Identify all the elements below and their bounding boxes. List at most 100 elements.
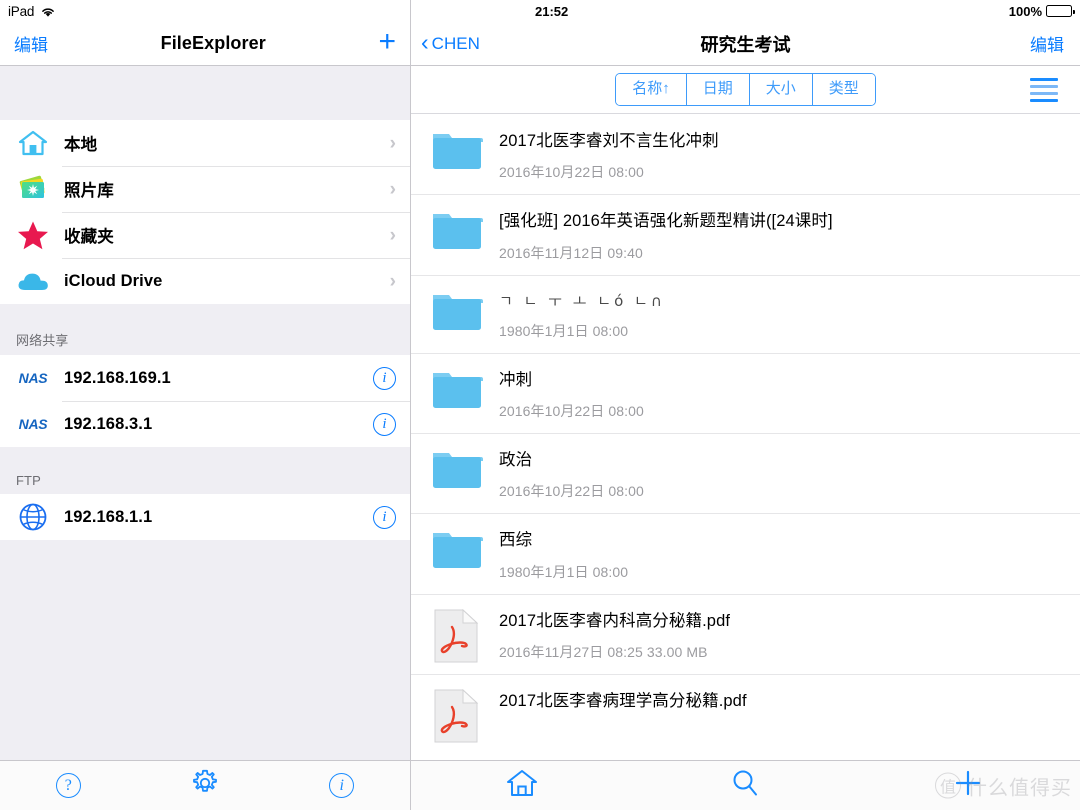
sidebar-item-icloud-drive[interactable]: iCloud Drive › — [0, 258, 410, 304]
list-item[interactable]: 2017北医李睿内科高分秘籍.pdf 2016年11月27日 08:25 33.… — [411, 593, 1080, 674]
sort-segment-name[interactable]: 名称↑ — [616, 74, 687, 105]
hamburger-menu-icon[interactable] — [1030, 77, 1058, 102]
folder-icon — [431, 289, 483, 333]
right-tab-bar: 值 什么值得买 — [411, 760, 1080, 810]
chevron-right-icon: › — [389, 224, 396, 246]
sidebar-item-nas-2[interactable]: NAS 192.168.3.1 i — [0, 401, 410, 447]
right-edit-button[interactable]: 编辑 — [1030, 31, 1064, 56]
home-button[interactable] — [411, 768, 634, 803]
folder-icon — [431, 447, 483, 491]
settings-button[interactable] — [137, 769, 274, 802]
wifi-icon — [40, 6, 56, 18]
sort-segment-date[interactable]: 日期 — [686, 74, 750, 105]
file-name: 2017北医李睿内科高分秘籍.pdf — [499, 611, 731, 630]
file-name: 2017北医李睿刘不言生化冲刺 — [499, 132, 719, 150]
file-meta: 1980年1月1日 08:00 — [499, 563, 629, 580]
star-icon — [16, 218, 50, 252]
pdf-file-icon — [431, 608, 483, 663]
right-status-bar: 21:52 100% — [411, 0, 1080, 22]
sidebar-item-ftp-1[interactable]: 192.168.1.1 i — [0, 494, 410, 540]
left-tab-bar: ? i — [0, 760, 410, 810]
sidebar-item-label: 192.168.169.1 — [64, 368, 171, 387]
list-item[interactable]: 政治 2016年10月22日 08:00 — [411, 433, 1080, 513]
section-header-network-share: 网络共享 — [0, 304, 410, 355]
file-list[interactable]: 2017北医李睿刘不言生化冲刺 2016年10月22日 08:00 [强化班] … — [411, 114, 1080, 760]
file-info: 政治 2016年10月22日 08:00 — [499, 447, 1064, 501]
about-button[interactable]: i — [273, 773, 410, 798]
home-icon — [16, 126, 50, 160]
edit-button[interactable]: 编辑 — [14, 31, 48, 56]
section-network-group: NAS 192.168.169.1 i NAS 192.168.3.1 i — [0, 355, 410, 447]
left-status-bar: iPad — [0, 0, 410, 22]
list-item[interactable]: 冲刺 2016年10月22日 08:00 — [411, 352, 1080, 433]
list-item[interactable]: ㄱ ㄴ ㅜ ㅗ ㄴó ㄴ∩ 1980年1月1日 08:00 — [411, 274, 1080, 353]
home-icon — [506, 768, 538, 803]
globe-icon — [16, 500, 50, 534]
sidebar-item-photo-library[interactable]: 照片库 › — [0, 166, 410, 212]
file-name: ㄱ ㄴ ㅜ ㅗ ㄴó ㄴ∩ — [499, 291, 665, 310]
chevron-left-icon: ‹ — [421, 29, 429, 55]
folder-title: 研究生考试 — [700, 34, 791, 55]
file-name: [强化班] 2016年英语强化新题型精讲([24课时] — [499, 212, 833, 231]
nas-icon: NAS — [18, 370, 48, 386]
file-name: 冲刺 — [499, 370, 533, 389]
sidebar-item-label: 照片库 — [64, 182, 114, 200]
file-meta: 2016年10月22日 08:00 — [499, 164, 644, 181]
sidebar-item-nas-1[interactable]: NAS 192.168.169.1 i — [0, 355, 410, 401]
clock: 21:52 — [535, 3, 569, 19]
add-button[interactable] — [857, 768, 1080, 803]
list-item[interactable]: 2017北医李睿病理学高分秘籍.pdf — [411, 673, 1080, 754]
back-button[interactable]: ‹ CHEN — [421, 29, 480, 55]
list-item[interactable]: 西综 1980年1月1日 08:00 — [411, 513, 1080, 593]
sort-segment-size[interactable]: 大小 — [749, 74, 813, 105]
sort-toolbar: 名称↑ 日期 大小 类型 — [411, 66, 1080, 114]
gear-icon — [191, 769, 219, 802]
status-left-group: iPad — [8, 4, 56, 19]
sidebar-item-favorites[interactable]: 收藏夹 › — [0, 212, 410, 258]
file-info: 西综 1980年1月1日 08:00 — [499, 527, 1064, 581]
file-info: 2017北医李睿病理学高分秘籍.pdf — [499, 688, 1064, 722]
battery-status: 100% — [1009, 4, 1075, 19]
search-button[interactable] — [634, 768, 857, 803]
file-info: 2017北医李睿刘不言生化冲刺 2016年10月22日 08:00 — [499, 128, 1064, 182]
add-icon — [953, 768, 983, 803]
info-button[interactable]: i — [373, 366, 396, 390]
photo-library-icon — [16, 172, 50, 206]
nas-icon: NAS — [18, 416, 48, 432]
battery-icon — [1046, 5, 1075, 17]
ipad-split-view: iPad 编辑 FileExplorer + 本地 › 照片库 › 收藏夹 › … — [0, 0, 1080, 810]
folder-icon — [431, 527, 483, 571]
section-local-group: 本地 › 照片库 › 收藏夹 › iCloud Drive › — [0, 120, 410, 304]
list-item[interactable]: [强化班] 2016年英语强化新题型精讲([24课时] 2016年11月12日 … — [411, 194, 1080, 274]
file-name: 西综 — [499, 531, 533, 550]
pdf-file-icon — [431, 688, 483, 743]
sort-segmented-control[interactable]: 名称↑ 日期 大小 类型 — [615, 73, 876, 106]
help-button[interactable]: ? — [0, 773, 137, 798]
folder-icon — [431, 367, 483, 411]
sort-segment-type[interactable]: 类型 — [812, 74, 875, 105]
add-connection-button[interactable]: + — [378, 26, 396, 57]
sidebar-pane: iPad 编辑 FileExplorer + 本地 › 照片库 › 收藏夹 › … — [0, 0, 411, 810]
sidebar-item-label: 收藏夹 — [64, 228, 114, 246]
info-icon: i — [329, 773, 355, 798]
info-button[interactable]: i — [373, 505, 396, 529]
section-header-ftp: FTP — [0, 447, 410, 494]
back-button-label: CHEN — [431, 33, 480, 53]
file-name: 2017北医李睿病理学高分秘籍.pdf — [499, 691, 747, 710]
left-navbar: 编辑 FileExplorer + — [0, 22, 410, 66]
file-info: ㄱ ㄴ ㅜ ㅗ ㄴó ㄴ∩ 1980年1月1日 08:00 — [499, 289, 1064, 341]
section-header-blank — [0, 66, 410, 120]
sidebar-item-local[interactable]: 本地 › — [0, 120, 410, 166]
file-meta: 1980年1月1日 08:00 — [499, 322, 629, 339]
file-name: 政治 — [499, 451, 533, 470]
list-item[interactable]: 2017北医李睿刘不言生化冲刺 2016年10月22日 08:00 — [411, 114, 1080, 194]
info-button[interactable]: i — [373, 412, 396, 436]
sidebar-list[interactable]: 本地 › 照片库 › 收藏夹 › iCloud Drive › 网络共享 NAS… — [0, 66, 410, 760]
sidebar-item-label: 本地 — [64, 136, 98, 154]
sidebar-item-label: 192.168.1.1 — [64, 507, 153, 526]
file-info: 2017北医李睿内科高分秘籍.pdf 2016年11月27日 08:25 33.… — [499, 608, 1064, 662]
chevron-right-icon: › — [389, 132, 396, 154]
file-meta: 2016年10月22日 08:00 — [499, 483, 644, 500]
section-ftp-group: 192.168.1.1 i — [0, 494, 410, 540]
page-title: FileExplorer — [160, 33, 266, 53]
